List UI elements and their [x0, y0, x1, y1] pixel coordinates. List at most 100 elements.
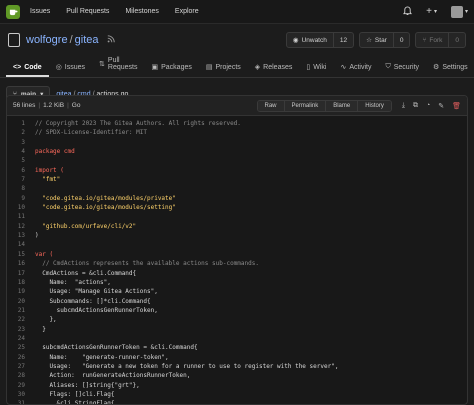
line-number[interactable]: 28 — [7, 371, 35, 380]
unwatch-button[interactable]: ◉ Unwatch 12 — [285, 32, 355, 48]
line-number[interactable]: 21 — [7, 306, 35, 315]
file-size: 1.2 KiB — [43, 102, 65, 109]
code-line: 21 subcmdActionsGenRunnerToken, — [7, 306, 467, 315]
tab-code[interactable]: <> Code — [6, 64, 49, 77]
line-number[interactable]: 20 — [7, 297, 35, 306]
line-number[interactable]: 10 — [7, 203, 35, 212]
line-number[interactable]: 8 — [7, 184, 35, 193]
repo-tabs: <> Code ◎ Issues ⇅ Pull Requests ▣ Packages … — [0, 56, 474, 78]
fork-count[interactable]: 0 — [448, 33, 465, 47]
code-line: 13) — [7, 231, 467, 240]
tab-projects[interactable]: ▤ Projects — [199, 63, 248, 77]
line-number[interactable]: 25 — [7, 343, 35, 352]
code-line: 19 Usage: "Manage Gitea Actions", — [7, 287, 467, 296]
code-text: var ( — [35, 250, 54, 258]
nav-milestones[interactable]: Milestones — [125, 8, 158, 15]
line-number[interactable]: 18 — [7, 278, 35, 287]
line-number[interactable]: 30 — [7, 390, 35, 399]
tab-packages[interactable]: ▣ Packages — [144, 63, 198, 77]
code-text: // CmdActions represents the available a… — [35, 260, 259, 268]
line-number[interactable]: 4 — [7, 147, 35, 156]
fork-button[interactable]: ⑂ Fork 0 — [415, 32, 466, 48]
gitea-logo-icon[interactable] — [6, 4, 20, 19]
line-number[interactable]: 19 — [7, 287, 35, 296]
trash-icon[interactable]: 🗑 — [452, 102, 461, 110]
tab-security[interactable]: ⛉ Security — [378, 63, 426, 77]
code-line: 24 — [7, 334, 467, 343]
tab-releases[interactable]: ◈ Releases — [248, 63, 300, 77]
line-number[interactable]: 26 — [7, 353, 35, 362]
star-icon: ☆ — [366, 37, 372, 44]
star-button[interactable]: ☆ Star 0 — [359, 32, 411, 48]
tab-issues[interactable]: ◎ Issues — [49, 63, 92, 77]
code-icon: <> — [13, 64, 22, 71]
code-text: Aliases: []string{"grt"}, — [35, 381, 140, 389]
line-number[interactable]: 29 — [7, 381, 35, 390]
download-icon[interactable]: ⤓ — [402, 102, 405, 110]
code-view: 1// Copyright 2023 The Gitea Authors. Al… — [7, 116, 467, 404]
line-number[interactable]: 17 — [7, 269, 35, 278]
star-label: Star — [374, 36, 387, 44]
line-number[interactable]: 31 — [7, 399, 35, 404]
edit-icon[interactable]: ✎ — [438, 102, 444, 110]
code-text: Usage: "Generate a new token for a runne… — [35, 362, 339, 370]
code-line: 27 Usage: "Generate a new token for a ru… — [7, 362, 467, 371]
code-line: 11 — [7, 212, 467, 221]
watch-count[interactable]: 12 — [332, 33, 353, 47]
file-info-separator: | — [67, 102, 69, 109]
repo-icon — [8, 33, 20, 47]
nav-issues[interactable]: Issues — [30, 8, 50, 15]
line-number[interactable]: 7 — [7, 175, 35, 184]
line-number[interactable]: 15 — [7, 250, 35, 259]
nav-explore[interactable]: Explore — [175, 8, 199, 15]
create-menu-button[interactable]: + ▾ — [426, 6, 437, 17]
code-text: "code.gitea.io/gitea/modules/setting" — [35, 204, 176, 212]
raw-button[interactable]: Raw — [257, 100, 284, 111]
copy-icon[interactable]: ⧉ — [413, 102, 418, 110]
code-line: 3 — [7, 138, 467, 147]
tab-label: Releases — [263, 63, 293, 71]
code-line: 26 Name: "generate-runner-token", — [7, 353, 467, 362]
line-number[interactable]: 13 — [7, 231, 35, 240]
star-count[interactable]: 0 — [392, 33, 410, 47]
eye-icon: ◉ — [292, 37, 299, 44]
line-number[interactable]: 22 — [7, 315, 35, 324]
rss-icon[interactable] — [107, 35, 115, 45]
repo-owner-link[interactable]: wolfogre — [26, 34, 68, 46]
line-number[interactable]: 6 — [7, 166, 35, 175]
file-actions: Raw Permalink Blame History — [256, 99, 392, 112]
code-text: Name: "generate-runner-token", — [35, 353, 169, 361]
line-number[interactable]: 23 — [7, 325, 35, 334]
code-text: "code.gitea.io/gitea/modules/private" — [35, 194, 176, 202]
code-line: 15 var ( — [7, 250, 467, 259]
code-line: 14 — [7, 240, 467, 249]
line-number[interactable]: 14 — [7, 240, 35, 249]
tab-activity[interactable]: ∿ Activity — [333, 63, 378, 77]
line-number[interactable]: 27 — [7, 362, 35, 371]
line-number[interactable]: 5 — [7, 156, 35, 165]
tab-label: Packages — [161, 63, 192, 71]
line-number[interactable]: 1 — [7, 119, 35, 128]
blame-button[interactable]: Blame — [325, 100, 358, 111]
line-number[interactable]: 24 — [7, 334, 35, 343]
history-button[interactable]: History — [357, 100, 391, 111]
bell-icon[interactable] — [403, 5, 413, 18]
file-language: Go — [71, 102, 81, 109]
tab-pull-requests[interactable]: ⇅ Pull Requests — [92, 57, 144, 77]
line-number[interactable]: 9 — [7, 194, 35, 203]
user-menu-button[interactable]: ▾ — [450, 5, 468, 18]
line-number[interactable]: 11 — [7, 212, 35, 221]
line-number[interactable]: 16 — [7, 259, 35, 268]
tab-label: Code — [24, 64, 42, 71]
line-number[interactable]: 2 — [7, 128, 35, 137]
nav-pull-requests[interactable]: Pull Requests — [66, 8, 109, 15]
tab-settings[interactable]: ⚙ Settings — [426, 63, 474, 77]
book-icon: ▯ — [306, 64, 311, 71]
rss-icon[interactable]: ◔ — [426, 102, 430, 110]
file-header: 56 lines | 1.2 KiB | Go Raw Permalink Bl… — [7, 96, 467, 116]
repo-name-link[interactable]: gitea — [75, 34, 99, 46]
line-number[interactable]: 3 — [7, 138, 35, 147]
line-number[interactable]: 12 — [7, 222, 35, 231]
permalink-button[interactable]: Permalink — [283, 100, 326, 111]
tab-wiki[interactable]: ▯ Wiki — [299, 63, 333, 77]
